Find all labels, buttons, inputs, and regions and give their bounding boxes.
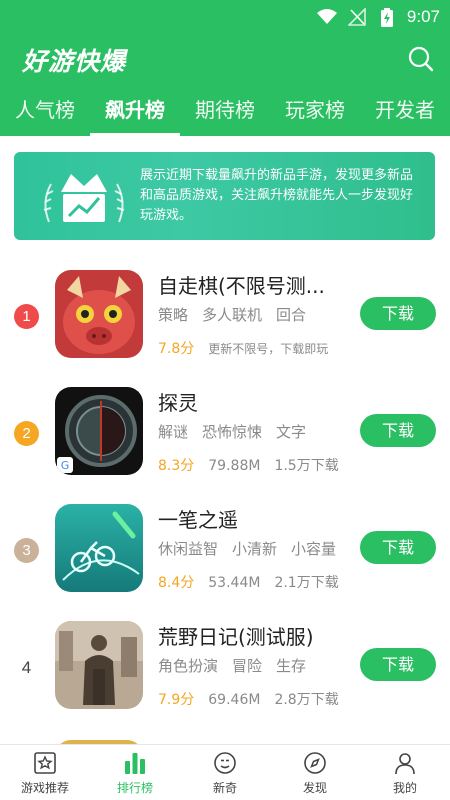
game-meta: 7.8分 更新不限号，下载即玩 — [158, 338, 328, 358]
crown-chart-icon — [39, 162, 129, 232]
list-item[interactable]: 1 自走棋(不限号测... 策略 多人联机 回合 7.8分 更新不限号，下载即玩… — [0, 252, 450, 369]
nav-label: 我的 — [392, 781, 417, 795]
clock: 9:07 — [406, 7, 440, 26]
tag[interactable]: 解谜 — [158, 421, 188, 442]
game-size: 79.88M — [208, 458, 261, 474]
game-score: 7.8分 — [158, 341, 195, 357]
game-downloads: 1.5万下载 — [274, 458, 339, 474]
download-button[interactable]: 下载 — [360, 531, 436, 564]
rank-badge: 1 — [14, 304, 39, 329]
tag[interactable]: 冒险 — [232, 655, 262, 676]
status-bar: 9:07 — [0, 0, 450, 34]
game-icon-tan-ling[interactable]: G — [55, 387, 143, 475]
bar-chart-icon — [123, 751, 147, 775]
wifi-icon — [316, 8, 337, 26]
person-icon — [393, 751, 417, 775]
nav-label: 发现 — [302, 781, 327, 795]
nav-novelty[interactable]: 新奇 — [180, 745, 270, 800]
smile-icon — [213, 751, 237, 775]
game-icon-wilderness-diary[interactable] — [55, 621, 143, 709]
banner-description: 展示近期下载量飙升的新品手游，发现更多新品和高品质游戏，关注飙升榜就能先人一步发… — [140, 168, 414, 223]
nav-ranking[interactable]: 排行榜 — [90, 745, 180, 800]
tag[interactable]: 小容量 — [291, 538, 336, 559]
tag[interactable]: 文字 — [276, 421, 306, 442]
list-item-partial — [0, 720, 450, 744]
rank-badge: 3 — [14, 538, 39, 563]
tab-developer[interactable]: 开发者 — [360, 88, 450, 136]
game-score: 7.9分 — [158, 692, 195, 708]
tag[interactable]: 角色扮演 — [158, 655, 218, 676]
game-score: 8.3分 — [158, 458, 195, 474]
app-title: 好游快爆 — [22, 47, 127, 76]
game-icon-auto-chess[interactable] — [55, 270, 143, 358]
tag[interactable]: 生存 — [276, 655, 306, 676]
tag[interactable]: 小清新 — [232, 538, 277, 559]
game-note: 更新不限号，下载即玩 — [208, 342, 329, 356]
rank-badge: 2 — [14, 421, 39, 446]
download-button[interactable]: 下载 — [360, 414, 436, 447]
search-icon — [408, 46, 434, 72]
game-name: 自走棋(不限号测... — [158, 274, 325, 298]
tag[interactable]: 休闲益智 — [158, 538, 218, 559]
download-button[interactable]: 下载 — [360, 297, 436, 330]
app-bar: 好游快爆 — [0, 40, 450, 80]
compass-icon — [303, 751, 327, 775]
game-size: 69.46M — [208, 692, 261, 708]
nav-game-recommend[interactable]: 游戏推荐 — [0, 745, 90, 800]
game-downloads: 2.1万下载 — [274, 575, 339, 591]
bottom-navigation: 游戏推荐 排行榜 新奇 发现 我的 — [0, 744, 450, 800]
star-card-icon — [33, 751, 57, 775]
list-item[interactable]: 2 G 探灵 解谜 恐怖惊悚 文字 8.3分 79.88M 1.5万下载 下载 — [0, 369, 450, 486]
search-button[interactable] — [406, 44, 436, 74]
game-name: 荒野日记(测试服) — [158, 625, 314, 649]
header: 9:07 好游快爆 人气榜 飙升榜 期待榜 玩家榜 开发者 — [0, 0, 450, 136]
game-meta: 8.4分 53.44M 2.1万下载 — [158, 572, 339, 592]
download-button[interactable]: 下载 — [360, 648, 436, 681]
nav-label: 排行榜 — [116, 781, 153, 795]
tab-indicator — [90, 133, 180, 136]
game-size: 53.44M — [208, 575, 261, 591]
game-tags: 策略 多人联机 回合 — [158, 304, 306, 325]
tab-anticipated[interactable]: 期待榜 — [180, 88, 270, 136]
game-downloads: 2.8万下载 — [274, 692, 339, 708]
tab-players[interactable]: 玩家榜 — [270, 88, 360, 136]
list-item[interactable]: 3 一笔之遥 休闲益智 小清新 小容量 8.4分 53.44M 2.1万下载 下… — [0, 486, 450, 603]
tag[interactable]: 策略 — [158, 304, 188, 325]
tab-popular[interactable]: 人气榜 — [0, 88, 90, 136]
nav-mine[interactable]: 我的 — [360, 745, 450, 800]
game-name: 探灵 — [158, 391, 198, 415]
list-item[interactable]: 4 荒野日记(测试服) 角色扮演 冒险 生存 7.9分 69.46M 2.8万下… — [0, 603, 450, 720]
tag[interactable]: 多人联机 — [202, 304, 262, 325]
nav-label: 新奇 — [212, 781, 237, 795]
game-meta: 8.3分 79.88M 1.5万下载 — [158, 455, 339, 475]
no-signal-icon — [347, 8, 367, 26]
tab-rising[interactable]: 飙升榜 — [90, 88, 180, 136]
tab-bar: 人气榜 飙升榜 期待榜 玩家榜 开发者 — [0, 88, 450, 136]
nav-label: 游戏推荐 — [20, 781, 69, 795]
game-icon-yi-bi-zhi-yao[interactable] — [55, 504, 143, 592]
game-tags: 休闲益智 小清新 小容量 — [158, 538, 336, 559]
rising-list-banner: 展示近期下载量飙升的新品手游，发现更多新品和高品质游戏，关注飙升榜就能先人一步发… — [14, 152, 435, 240]
game-meta: 7.9分 69.46M 2.8万下载 — [158, 689, 339, 709]
game-name: 一笔之遥 — [158, 508, 238, 532]
nav-discover[interactable]: 发现 — [270, 745, 360, 800]
game-score: 8.4分 — [158, 575, 195, 591]
tag[interactable]: 回合 — [276, 304, 306, 325]
rank-number: 4 — [21, 658, 32, 677]
game-tags: 角色扮演 冒险 生存 — [158, 655, 306, 676]
game-tags: 解谜 恐怖惊悚 文字 — [158, 421, 306, 442]
battery-charging-icon — [377, 7, 397, 27]
svg-text:G: G — [61, 459, 70, 472]
tag[interactable]: 恐怖惊悚 — [202, 421, 262, 442]
